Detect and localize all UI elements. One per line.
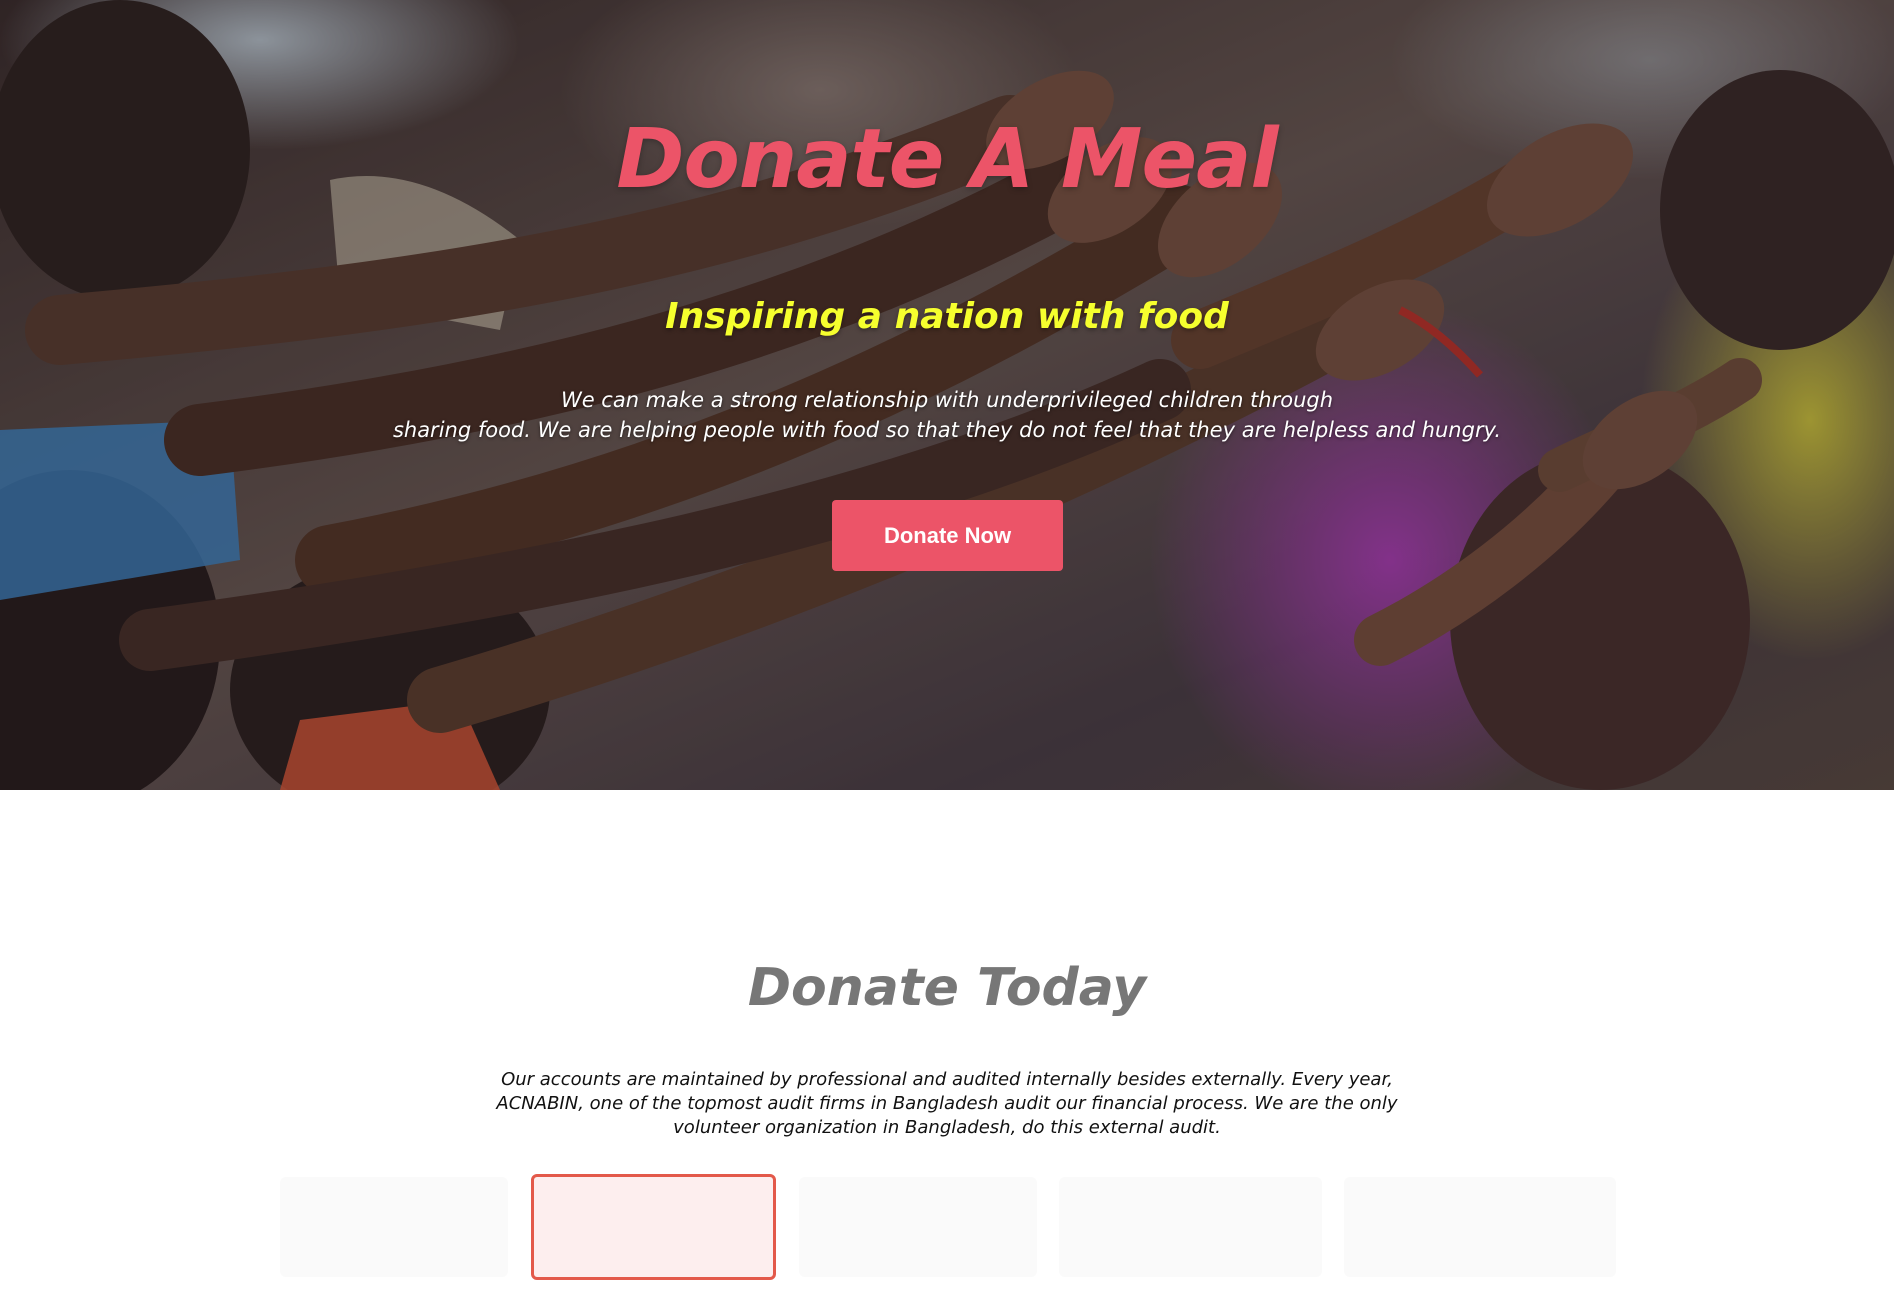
donate-now-button[interactable]: Donate Now [832, 500, 1063, 571]
section-description-line: Our accounts are maintained by professio… [501, 1069, 1393, 1090]
section-description-line: volunteer organization in Bangladesh, do… [673, 1117, 1221, 1138]
donation-amount-option-1[interactable] [280, 1177, 508, 1277]
section-description: Our accounts are maintained by professio… [480, 1068, 1414, 1140]
donation-amount-option-3[interactable] [799, 1177, 1037, 1277]
hero-section: Donate A Meal Inspiring a nation with fo… [0, 0, 1894, 790]
donation-amount-option-5[interactable] [1344, 1177, 1616, 1277]
hero-description-line: We can make a strong relationship with u… [560, 388, 1334, 412]
donation-amount-option-2-selected[interactable] [531, 1174, 776, 1280]
hero-description: We can make a strong relationship with u… [340, 385, 1554, 445]
hero-description-line: sharing food. We are helping people with… [392, 418, 1502, 442]
hero-subtitle: Inspiring a nation with food [665, 296, 1229, 337]
section-description-line: ACNABIN, one of the topmost audit firms … [496, 1093, 1398, 1114]
section-title: Donate Today [747, 958, 1147, 1018]
hero-title: Donate A Meal [616, 112, 1278, 207]
hero-content: Donate A Meal Inspiring a nation with fo… [0, 0, 1894, 790]
donation-amount-option-4[interactable] [1059, 1177, 1322, 1277]
